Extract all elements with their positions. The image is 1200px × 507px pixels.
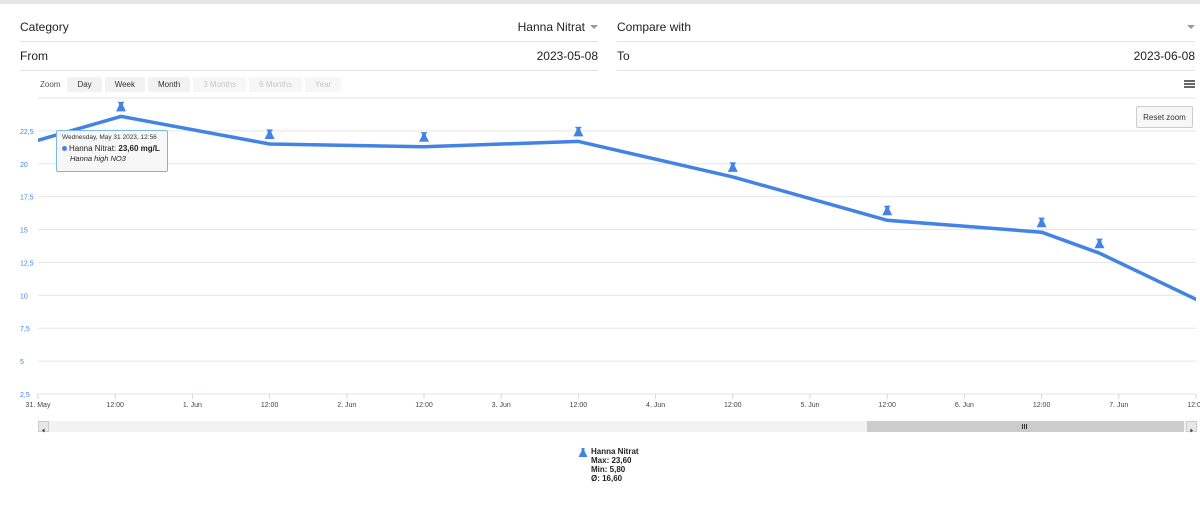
x-tick-label: 31. May xyxy=(26,402,51,409)
flask-icon xyxy=(578,448,588,457)
x-tick-label: 5. Jun xyxy=(800,402,819,409)
x-tick-label: 3. Jun xyxy=(492,402,511,409)
x-tick-label: 7. Jun xyxy=(1109,402,1128,409)
y-tick-label: 5 xyxy=(20,359,24,366)
y-tick-label: 10 xyxy=(20,293,28,300)
data-point-flask-icon[interactable] xyxy=(116,101,126,112)
flask-shape xyxy=(1036,218,1047,228)
scroll-right-button[interactable] xyxy=(1186,421,1197,433)
x-tick-label: 4. Jun xyxy=(646,402,665,409)
flask-shape xyxy=(419,132,429,142)
x-tick-label: 12:00 xyxy=(570,402,588,409)
y-tick-label: 22,5 xyxy=(20,129,34,136)
flask-shape xyxy=(573,127,584,137)
series-line xyxy=(38,114,1196,302)
x-tick-label: 12:00 xyxy=(1033,402,1051,409)
legend-avg: Ø: 16,60 xyxy=(591,474,623,483)
y-tick-label: 2,5 xyxy=(20,392,30,399)
data-tooltip: Wednesday, May 31 2023, 12:56 Hanna Nitr… xyxy=(56,130,168,172)
y-tick-label: 7,5 xyxy=(20,326,30,333)
tooltip-value: 23,60 mg/L xyxy=(118,144,160,153)
tooltip-series: Hanna Nitrat xyxy=(69,144,114,153)
legend-max: Max: 23,60 xyxy=(591,456,632,465)
x-tick-label: 1. Jun xyxy=(183,402,202,409)
y-tick-label: 15 xyxy=(20,228,28,235)
y-tick-label: 12,5 xyxy=(20,260,34,267)
data-point-flask-icon[interactable] xyxy=(882,205,893,216)
chart-legend[interactable]: Hanna Nitrat Max: 23,60 Min: 5,80 Ø: 16,… xyxy=(578,447,639,483)
data-point-flask-icon[interactable] xyxy=(1036,217,1047,228)
grip-icon xyxy=(1022,424,1027,429)
legend-min: Min: 5,80 xyxy=(591,465,626,474)
series-dot-icon xyxy=(62,146,67,152)
navigator-scrollbar-thumb[interactable] xyxy=(867,421,1184,432)
x-tick-label: 12:00 xyxy=(261,402,279,409)
flask-shape xyxy=(116,102,126,112)
tooltip-note: Hanna high NO3 xyxy=(70,154,126,163)
y-tick-label: 20 xyxy=(20,162,28,169)
data-point-flask-icon[interactable] xyxy=(419,132,429,142)
scroll-left-button[interactable] xyxy=(38,421,49,433)
data-point-flask-icon[interactable] xyxy=(573,126,584,137)
flask-shape xyxy=(1094,239,1105,249)
tooltip-date: Wednesday, May 31 2023, 12:56 xyxy=(62,134,157,141)
legend-series-name: Hanna Nitrat xyxy=(591,447,639,456)
x-tick-label: 12:00 xyxy=(724,402,742,409)
x-tick-label: 2. Jun xyxy=(337,402,356,409)
x-tick-label: 12:00 xyxy=(878,402,896,409)
y-tick-label: 17,5 xyxy=(20,195,34,202)
x-tick-label: 12:00 xyxy=(415,402,433,409)
data-point-flask-icon[interactable] xyxy=(1094,238,1105,249)
arrow-right-icon xyxy=(1190,428,1193,433)
x-tick-label: 6. Jun xyxy=(955,402,974,409)
x-tick-label: 12:00 xyxy=(1187,402,1200,409)
arrow-left-icon xyxy=(42,428,45,433)
flask-shape xyxy=(882,206,893,216)
x-tick-label: 12:00 xyxy=(106,402,124,409)
line-chart: 2,5 5 7,5 10 12,5 15 17,5 20 22,5 31. May 12:00 1. … xyxy=(20,97,1200,409)
tooltip-value-line: Hanna Nitrat: 23,60 mg/L xyxy=(62,144,162,153)
